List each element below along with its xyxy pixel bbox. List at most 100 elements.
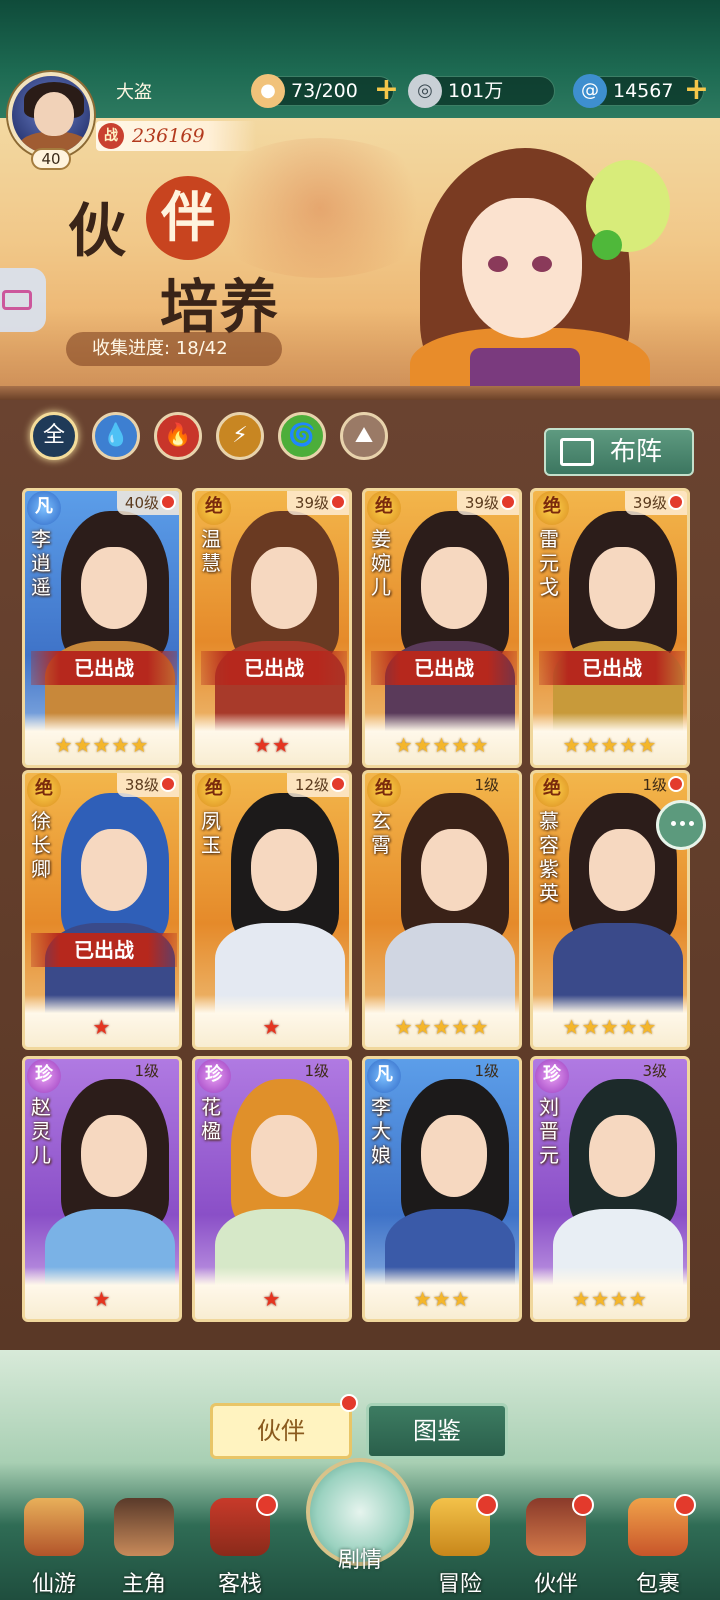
companion-card[interactable]: ★★★★★ 凡李逍遥 40级 已出战 (22, 488, 182, 768)
deployed-banner: 已出战 (539, 651, 685, 685)
companion-level: 1级 (304, 1062, 329, 1080)
rarity-badge: 绝 (535, 773, 569, 807)
companion-name: 徐长卿 (31, 809, 51, 881)
gem-resource[interactable]: @ 14567 + (573, 74, 709, 108)
companion-level: 3级 (642, 1062, 667, 1080)
gem-value: 14567 (613, 80, 674, 102)
nav-inn[interactable]: 客栈 (200, 1494, 280, 1598)
combat-power-icon: 战 (98, 123, 124, 149)
star-rating: ★★★★★ (562, 733, 658, 757)
companion-name: 夙玉 (201, 809, 221, 857)
nav-label: 伙伴 (533, 1572, 578, 1597)
card-alert-dot (160, 494, 176, 510)
nav-inn-alert-dot (256, 1494, 278, 1516)
scroll-icon (24, 1498, 84, 1556)
banner-title-char-1: 伙 (68, 197, 127, 265)
companion-name: 赵灵儿 (31, 1095, 51, 1167)
formation-button[interactable]: 布阵 (544, 428, 694, 476)
tab-companion-alert-dot (340, 1394, 358, 1412)
companion-card[interactable]: ★★ 绝温慧 39级 已出战 (192, 488, 352, 768)
companion-portrait-face (589, 547, 655, 629)
filter-wind-icon[interactable]: 🌀 (278, 412, 326, 460)
player-level: 40 (31, 148, 71, 170)
companion-card[interactable]: ★ 绝夙玉 12级 (192, 770, 352, 1050)
companion-name: 姜婉儿 (371, 527, 391, 599)
collection-value: 18/42 (175, 338, 228, 359)
companion-name: 刘晋元 (539, 1095, 559, 1167)
companion-card[interactable]: ★★★★ 珍刘晋元 3级 (530, 1056, 690, 1322)
combat-power-value: 236169 (132, 125, 205, 147)
star-rating: ★★★★★ (394, 733, 490, 757)
companion-card[interactable]: ★ 绝徐长卿 38级 已出战 (22, 770, 182, 1050)
rarity-badge: 绝 (197, 773, 231, 807)
companion-card[interactable]: ★ 珍赵灵儿 1级 (22, 1056, 182, 1322)
nav-bag[interactable]: 包裹 (618, 1494, 698, 1598)
companion-card[interactable]: ★★★★★ 绝玄霄 1级 (362, 770, 522, 1050)
star-rating: ★★ (253, 733, 291, 757)
filter-fire-icon[interactable]: 🔥 (154, 412, 202, 460)
nav-label: 客栈 (217, 1572, 262, 1597)
chat-bubble-icon[interactable] (656, 800, 706, 850)
player-name: 大盗 (116, 82, 152, 103)
companion-banner: 伙 伴 培养 收集进度: 18/42 (0, 118, 720, 390)
add-stamina-button[interactable]: + (374, 75, 399, 105)
star-rating: ★★★★★ (54, 733, 150, 757)
companion-card[interactable]: ★★★★★ 绝姜婉儿 39级 已出战 (362, 488, 522, 768)
companion-card[interactable]: ★ 珍花楹 1级 (192, 1056, 352, 1322)
nav-companion-alert-dot (572, 1494, 594, 1516)
tab-companion[interactable]: 伙伴 (210, 1403, 352, 1459)
companion-portrait-face (81, 829, 147, 911)
companion-card[interactable]: ★★★ 凡李大娘 1级 (362, 1056, 522, 1322)
filter-earth-icon[interactable]: ⛰ (340, 412, 388, 460)
rarity-badge: 珍 (197, 1059, 231, 1093)
nav-bag-alert-dot (674, 1494, 696, 1516)
rarity-badge: 凡 (27, 491, 61, 525)
companion-portrait-face (81, 1115, 147, 1197)
star-rating: ★★★★ (572, 1287, 648, 1311)
side-chat-tab[interactable] (0, 268, 46, 332)
companion-portrait-face (421, 829, 487, 911)
add-gem-button[interactable]: + (684, 75, 709, 105)
swirl-icon: @ (573, 74, 607, 108)
nav-adventure[interactable]: 冒险 (420, 1494, 500, 1598)
card-alert-dot (330, 776, 346, 792)
combat-power: 战 236169 (96, 121, 256, 151)
rarity-badge: 绝 (27, 773, 61, 807)
filter-all[interactable]: 全 (30, 412, 78, 460)
rarity-badge: 珍 (27, 1059, 61, 1093)
companion-card[interactable]: ★★★★★ 绝雷元戈 39级 已出战 (530, 488, 690, 768)
companion-name: 李大娘 (371, 1095, 391, 1167)
companion-name: 李逍遥 (31, 527, 51, 599)
star-rating: ★ (262, 1015, 282, 1039)
coin-resource[interactable]: ◎ 101万 (408, 74, 555, 108)
star-rating: ★★★ (413, 1287, 471, 1311)
rarity-badge: 凡 (367, 1059, 401, 1093)
deployed-banner: 已出战 (31, 933, 177, 967)
bun-icon: ● (251, 74, 285, 108)
nav-hero[interactable]: 主角 (104, 1498, 184, 1598)
filter-thunder-icon[interactable]: ⚡ (216, 412, 264, 460)
nav-label: 仙游 (31, 1572, 76, 1597)
player-avatar[interactable] (8, 72, 94, 158)
rarity-badge: 绝 (367, 773, 401, 807)
companion-portrait-face (589, 1115, 655, 1197)
collection-progress: 收集进度: 18/42 (66, 332, 282, 366)
nav-companion[interactable]: 伙伴 (516, 1494, 596, 1598)
stamina-resource[interactable]: ● 73/200 + (251, 74, 399, 108)
coin-icon: ◎ (408, 74, 442, 108)
nav-label: 主角 (121, 1572, 166, 1597)
star-rating: ★ (262, 1287, 282, 1311)
card-alert-dot (500, 494, 516, 510)
tab-atlas[interactable]: 图鉴 (366, 1403, 508, 1459)
nav-story[interactable]: 剧情 (306, 1458, 414, 1573)
companion-level: 1级 (474, 1062, 499, 1080)
formation-label: 布阵 (610, 437, 663, 467)
nav-travel[interactable]: 仙游 (14, 1498, 94, 1598)
banner-title-char-2: 伴 (146, 176, 230, 260)
card-alert-dot (668, 494, 684, 510)
companion-level: 1级 (134, 1062, 159, 1080)
filter-water-icon[interactable]: 💧 (92, 412, 140, 460)
companion-portrait-face (589, 829, 655, 911)
card-alert-dot (668, 776, 684, 792)
star-rating: ★ (92, 1015, 112, 1039)
